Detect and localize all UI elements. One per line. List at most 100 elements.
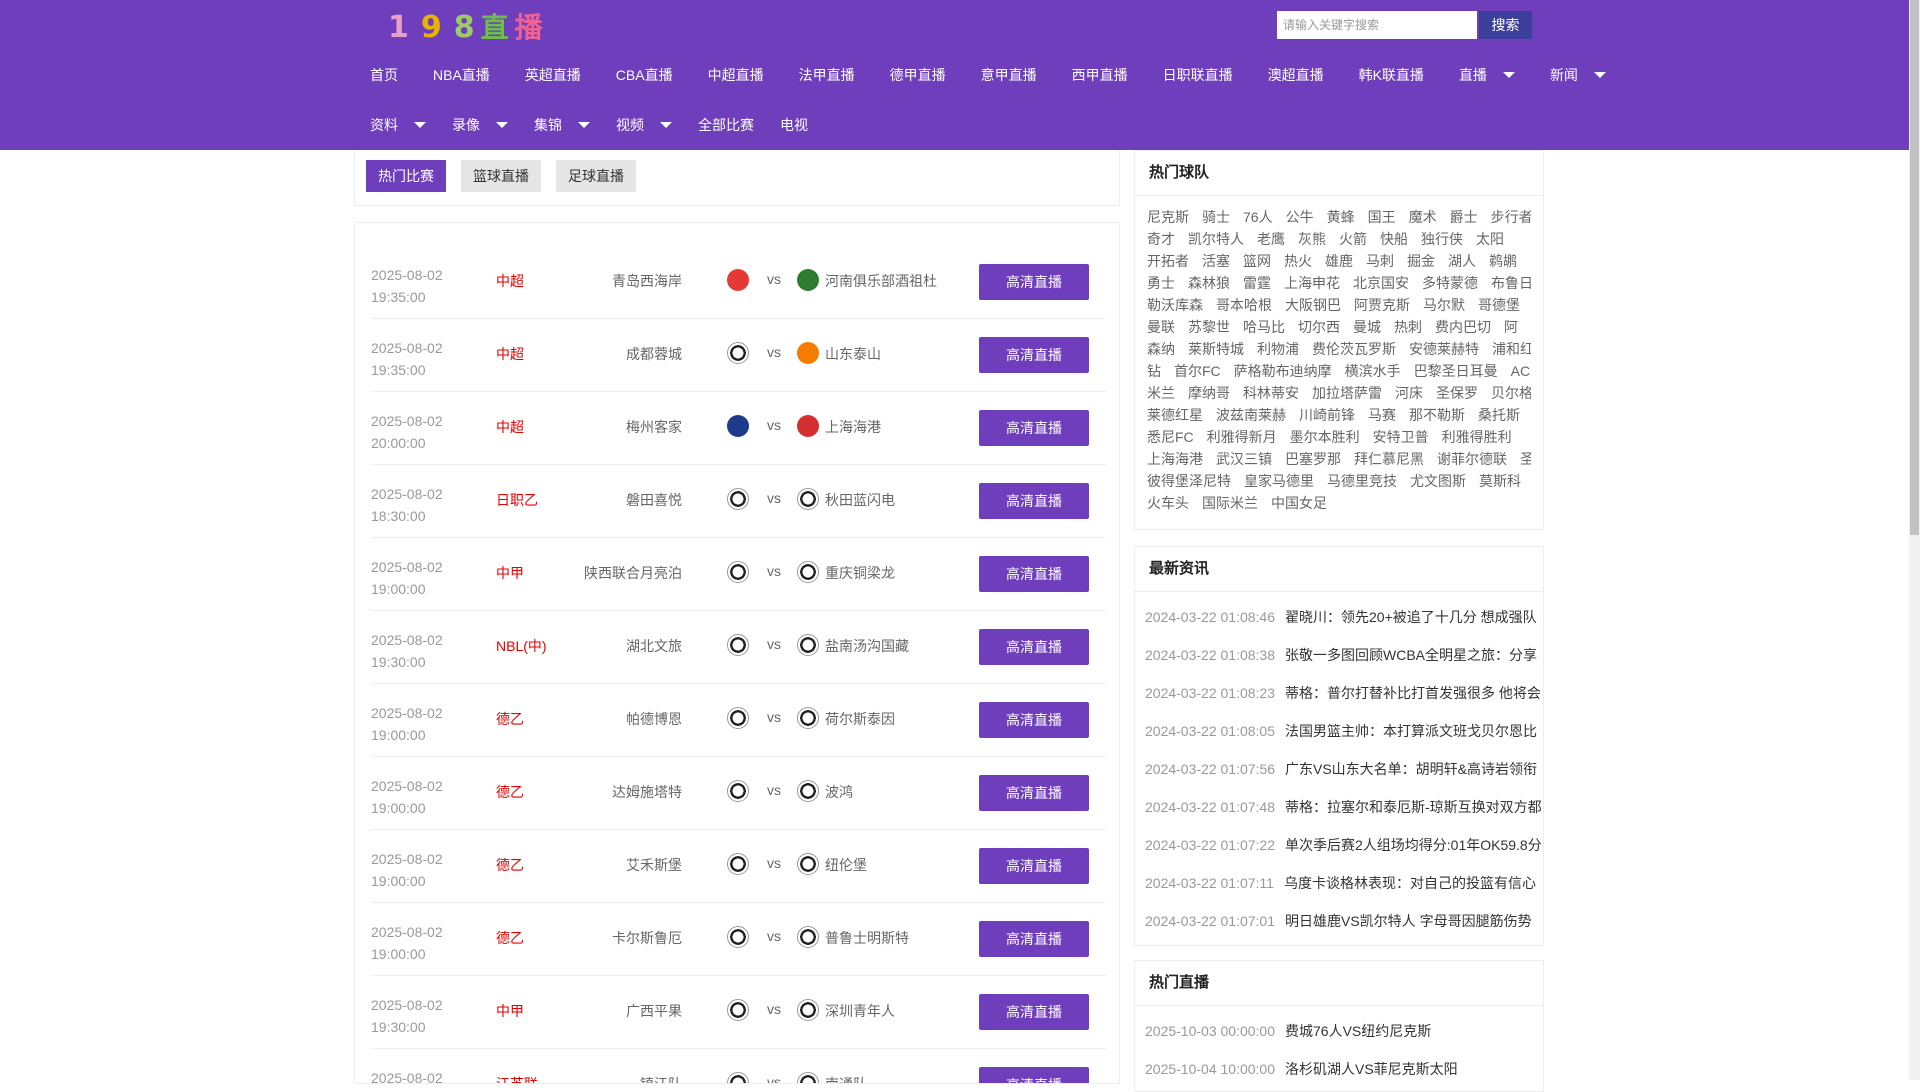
nav-item-row1-3[interactable]: CBA直播	[616, 61, 673, 89]
team-link[interactable]: 巴黎圣日耳曼	[1414, 360, 1498, 382]
team-link[interactable]: 悉尼FC	[1147, 426, 1194, 448]
team-link[interactable]: 苏黎世	[1188, 316, 1230, 338]
team-link[interactable]: 独行侠	[1421, 228, 1463, 250]
team-link[interactable]: 上海申花	[1284, 272, 1340, 294]
live-title[interactable]: 洛杉矶湖人VS菲尼克斯太阳	[1285, 1061, 1458, 1077]
team-link[interactable]: 太阳	[1476, 228, 1504, 250]
match-league[interactable]: 中甲	[496, 563, 524, 583]
team-link[interactable]: 桑托斯	[1478, 404, 1520, 426]
home-team-name[interactable]: 成都蓉城	[626, 344, 682, 364]
team-link[interactable]: 老鹰	[1257, 228, 1285, 250]
nav-item-row1-0[interactable]: 首页	[370, 61, 398, 89]
team-link[interactable]: 火车头	[1147, 492, 1189, 514]
team-link[interactable]: 骑士	[1202, 206, 1230, 228]
team-link[interactable]: 步行者	[1491, 206, 1531, 228]
live-title[interactable]: 费城76人VS纽约尼克斯	[1285, 1023, 1431, 1039]
nav-item-row1-9[interactable]: 日职联直播	[1163, 61, 1233, 89]
team-link[interactable]: 莫斯科	[1479, 470, 1521, 492]
team-link[interactable]: 费内巴切	[1435, 316, 1491, 338]
nav-item-row1-13[interactable]: 新闻	[1550, 61, 1606, 89]
hd-live-button[interactable]: 高清直播	[979, 483, 1089, 519]
nav-item-row2-0[interactable]: 资料	[370, 111, 426, 139]
team-link[interactable]: 哥本哈根	[1216, 294, 1272, 316]
team-link[interactable]: 曼联	[1147, 316, 1175, 338]
match-league[interactable]: NBL(中)	[496, 636, 547, 656]
match-league[interactable]: 德乙	[496, 782, 524, 802]
team-link[interactable]: 布鲁日	[1491, 272, 1531, 294]
team-link[interactable]: AC	[1511, 360, 1530, 382]
team-link[interactable]: 爵士	[1450, 206, 1478, 228]
team-link[interactable]: 浦和红	[1492, 338, 1531, 360]
team-link[interactable]: 钻	[1147, 360, 1161, 382]
away-team-name[interactable]: 南通队	[825, 1074, 867, 1083]
hd-live-button[interactable]: 高清直播	[979, 337, 1089, 373]
team-link[interactable]: 萨格勒布迪纳摩	[1234, 360, 1332, 382]
team-link[interactable]: 拜仁慕尼黑	[1354, 448, 1424, 470]
news-item[interactable]: 2024-03-22 01:07:48 蒂格：拉塞尔和泰厄斯-琼斯互换对双方都	[1135, 788, 1543, 826]
nav-item-row2-2[interactable]: 集锦	[534, 111, 590, 139]
nav-item-row1-7[interactable]: 意甲直播	[981, 61, 1037, 89]
team-link[interactable]: 皇家马德里	[1244, 470, 1314, 492]
home-team-name[interactable]: 梅州客家	[626, 417, 682, 437]
away-team-name[interactable]: 深圳青年人	[825, 1001, 895, 1021]
home-team-name[interactable]: 广西平果	[626, 1001, 682, 1021]
nav-item-row2-3[interactable]: 视频	[616, 111, 672, 139]
team-link[interactable]: 勒沃库森	[1147, 294, 1203, 316]
away-team-name[interactable]: 上海海港	[825, 417, 881, 437]
hd-live-button[interactable]: 高清直播	[979, 775, 1089, 811]
away-team-name[interactable]: 盐南汤沟国藏	[825, 636, 909, 656]
team-link[interactable]: 奇才	[1147, 228, 1175, 250]
team-link[interactable]: 安特卫普	[1373, 426, 1429, 448]
search-button[interactable]: 搜索	[1479, 11, 1532, 39]
team-link[interactable]: 马德里竞技	[1327, 470, 1397, 492]
nav-item-row1-5[interactable]: 法甲直播	[799, 61, 855, 89]
team-link[interactable]: 北京国安	[1353, 272, 1409, 294]
team-link[interactable]: 摩纳哥	[1188, 382, 1230, 404]
team-link[interactable]: 上海海港	[1147, 448, 1203, 470]
team-link[interactable]: 谢菲尔德联	[1437, 448, 1507, 470]
team-link[interactable]: 费伦茨瓦罗斯	[1312, 338, 1396, 360]
news-item[interactable]: 2024-03-22 01:07:22 单次季后赛2人组场均得分:01年OK59.…	[1135, 826, 1543, 864]
away-team-name[interactable]: 河南俱乐部酒祖杜	[825, 271, 937, 291]
team-link[interactable]: 武汉三镇	[1216, 448, 1272, 470]
team-link[interactable]: 公牛	[1286, 206, 1314, 228]
team-link[interactable]: 掘金	[1407, 250, 1435, 272]
hd-live-button[interactable]: 高清直播	[979, 556, 1089, 592]
away-team-name[interactable]: 纽伦堡	[825, 855, 867, 875]
team-link[interactable]: 热刺	[1394, 316, 1422, 338]
team-link[interactable]: 曼城	[1353, 316, 1381, 338]
match-league[interactable]: 江苏联	[496, 1074, 538, 1083]
nav-item-row2-4[interactable]: 全部比赛	[698, 111, 754, 139]
team-link[interactable]: 凯尔特人	[1188, 228, 1244, 250]
team-link[interactable]: 首尔FC	[1174, 360, 1221, 382]
team-link[interactable]: 森纳	[1147, 338, 1175, 360]
team-link[interactable]: 利物浦	[1257, 338, 1299, 360]
team-link[interactable]: 彼得堡泽尼特	[1147, 470, 1231, 492]
team-link[interactable]: 加拉塔萨雷	[1312, 382, 1382, 404]
match-league[interactable]: 德乙	[496, 855, 524, 875]
away-team-name[interactable]: 波鸿	[825, 782, 853, 802]
live-item[interactable]: 2025-10-03 00:00:00 费城76人VS纽约尼克斯	[1135, 1012, 1543, 1050]
news-title[interactable]: 广东VS山东大名单：胡明轩&高诗岩领衔	[1285, 761, 1537, 777]
hd-live-button[interactable]: 高清直播	[979, 1067, 1089, 1083]
team-link[interactable]: 科林蒂安	[1243, 382, 1299, 404]
team-link[interactable]: 马赛	[1368, 404, 1396, 426]
home-team-name[interactable]: 达姆施塔特	[612, 782, 682, 802]
hd-live-button[interactable]: 高清直播	[979, 702, 1089, 738]
team-link[interactable]: 那不勒斯	[1409, 404, 1465, 426]
news-item[interactable]: 2024-03-22 01:08:38 张敬一多图回顾WCBA全明星之旅：分享	[1135, 636, 1543, 674]
team-link[interactable]: 圣保罗	[1436, 382, 1478, 404]
team-link[interactable]: 尼克斯	[1147, 206, 1189, 228]
team-link[interactable]: 川崎前锋	[1299, 404, 1355, 426]
nav-item-row2-5[interactable]: 电视	[780, 111, 808, 139]
tab-football-live[interactable]: 足球直播	[556, 160, 636, 192]
away-team-name[interactable]: 荷尔斯泰因	[825, 709, 895, 729]
team-link[interactable]: 大阪钢巴	[1285, 294, 1341, 316]
team-link[interactable]: 安德莱赫特	[1409, 338, 1479, 360]
team-link[interactable]: 阿	[1504, 316, 1518, 338]
home-team-name[interactable]: 陕西联合月亮泊	[584, 563, 682, 583]
team-link[interactable]: 横滨水手	[1345, 360, 1401, 382]
match-league[interactable]: 德乙	[496, 709, 524, 729]
team-link[interactable]: 波兹南莱赫	[1216, 404, 1286, 426]
news-item[interactable]: 2024-03-22 01:07:01 明日雄鹿VS凯尔特人 字母哥因腿筋伤势	[1135, 902, 1543, 940]
